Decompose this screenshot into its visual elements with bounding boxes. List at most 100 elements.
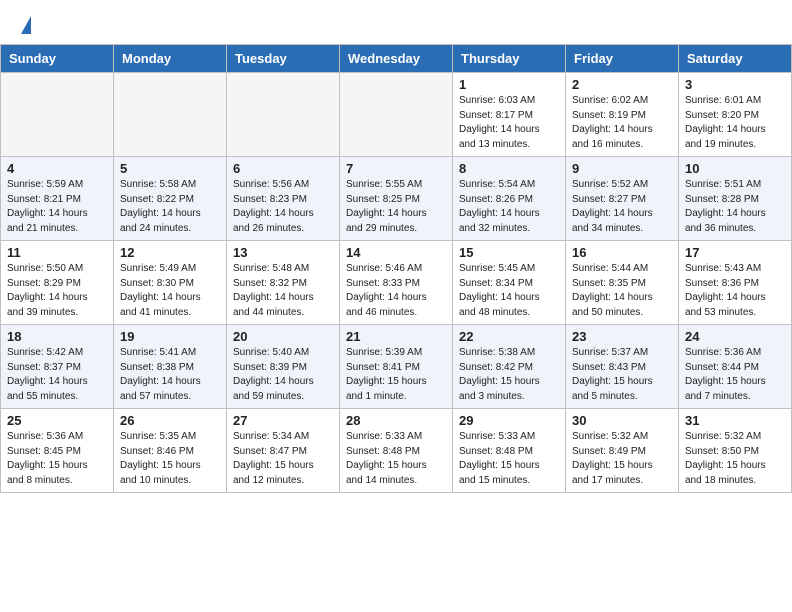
calendar-cell: 12 Sunrise: 5:49 AM Sunset: 8:30 PM Dayli… — [114, 241, 227, 325]
calendar-cell: 3 Sunrise: 6:01 AM Sunset: 8:20 PM Daylig… — [679, 73, 792, 157]
calendar-cell: 24 Sunrise: 5:36 AM Sunset: 8:44 PM Dayli… — [679, 325, 792, 409]
calendar-cell: 18 Sunrise: 5:42 AM Sunset: 8:37 PM Dayli… — [1, 325, 114, 409]
calendar-cell: 19 Sunrise: 5:41 AM Sunset: 8:38 PM Dayli… — [114, 325, 227, 409]
day-info: Sunrise: 6:01 AM Sunset: 8:20 PM Dayligh… — [685, 94, 785, 152]
day-number: 29 — [459, 413, 559, 428]
day-number: 2 — [572, 77, 672, 92]
calendar-cell: 17Sunrise: 5:43 AM Sunset: 8:36 PM Dayli… — [679, 241, 792, 325]
page-header — [0, 0, 792, 40]
calendar-cell — [114, 73, 227, 157]
day-number: 31 — [685, 413, 785, 428]
day-info: Sunrise: 5:55 AM Sunset: 8:25 PM Dayligh… — [346, 178, 446, 236]
day-number: 28 — [346, 413, 446, 428]
day-info: Sunrise: 5:49 AM Sunset: 8:30 PM Dayligh… — [120, 262, 220, 320]
calendar-cell — [340, 73, 453, 157]
day-info: Sunrise: 5:56 AM Sunset: 8:23 PM Dayligh… — [233, 178, 333, 236]
day-info: Sunrise: 5:42 AM Sunset: 8:37 PM Dayligh… — [7, 346, 107, 404]
calendar-week-row: 4 Sunrise: 5:59 AM Sunset: 8:21 PM Daylig… — [1, 157, 792, 241]
weekday-header-row: SundayMondayTuesdayWednesdayThursdayFrid… — [1, 45, 792, 73]
day-number: 13 — [233, 245, 333, 260]
calendar-cell — [1, 73, 114, 157]
day-number: 8 — [459, 161, 559, 176]
day-number: 7 — [346, 161, 446, 176]
day-info: Sunrise: 5:41 AM Sunset: 8:38 PM Dayligh… — [120, 346, 220, 404]
day-info: Sunrise: 5:59 AM Sunset: 8:21 PM Dayligh… — [7, 178, 107, 236]
calendar-cell: 6 Sunrise: 5:56 AM Sunset: 8:23 PM Daylig… — [227, 157, 340, 241]
calendar-week-row: 11 Sunrise: 5:50 AM Sunset: 8:29 PM Dayli… — [1, 241, 792, 325]
day-number: 4 — [7, 161, 107, 176]
calendar-cell: 29 Sunrise: 5:33 AM Sunset: 8:48 PM Dayli… — [453, 409, 566, 493]
calendar-cell: 9 Sunrise: 5:52 AM Sunset: 8:27 PM Daylig… — [566, 157, 679, 241]
day-info: Sunrise: 5:39 AM Sunset: 8:41 PM Dayligh… — [346, 346, 446, 404]
calendar-week-row: 25Sunrise: 5:36 AM Sunset: 8:45 PM Dayli… — [1, 409, 792, 493]
weekday-header: Tuesday — [227, 45, 340, 73]
calendar-table: SundayMondayTuesdayWednesdayThursdayFrid… — [0, 44, 792, 493]
day-info: Sunrise: 5:44 AM Sunset: 8:35 PM Dayligh… — [572, 262, 672, 320]
day-info: Sunrise: 5:40 AM Sunset: 8:39 PM Dayligh… — [233, 346, 333, 404]
day-info: Sunrise: 5:33 AM Sunset: 8:48 PM Dayligh… — [346, 430, 446, 488]
day-number: 11 — [7, 245, 107, 260]
calendar-cell: 11 Sunrise: 5:50 AM Sunset: 8:29 PM Dayli… — [1, 241, 114, 325]
day-info: Sunrise: 5:37 AM Sunset: 8:43 PM Dayligh… — [572, 346, 672, 404]
calendar-cell: 31Sunrise: 5:32 AM Sunset: 8:50 PM Dayli… — [679, 409, 792, 493]
day-number: 3 — [685, 77, 785, 92]
day-info: Sunrise: 5:45 AM Sunset: 8:34 PM Dayligh… — [459, 262, 559, 320]
day-info: Sunrise: 5:50 AM Sunset: 8:29 PM Dayligh… — [7, 262, 107, 320]
calendar-cell: 2 Sunrise: 6:02 AM Sunset: 8:19 PM Daylig… — [566, 73, 679, 157]
calendar-cell: 26 Sunrise: 5:35 AM Sunset: 8:46 PM Dayli… — [114, 409, 227, 493]
day-info: Sunrise: 5:36 AM Sunset: 8:45 PM Dayligh… — [7, 430, 107, 488]
weekday-header: Saturday — [679, 45, 792, 73]
calendar-cell: 13 Sunrise: 5:48 AM Sunset: 8:32 PM Dayli… — [227, 241, 340, 325]
calendar-cell: 7 Sunrise: 5:55 AM Sunset: 8:25 PM Daylig… — [340, 157, 453, 241]
calendar-cell: 27Sunrise: 5:34 AM Sunset: 8:47 PM Dayli… — [227, 409, 340, 493]
day-info: Sunrise: 5:32 AM Sunset: 8:49 PM Dayligh… — [572, 430, 672, 488]
day-number: 15 — [459, 245, 559, 260]
day-info: Sunrise: 5:38 AM Sunset: 8:42 PM Dayligh… — [459, 346, 559, 404]
day-info: Sunrise: 5:36 AM Sunset: 8:44 PM Dayligh… — [685, 346, 785, 404]
day-number: 6 — [233, 161, 333, 176]
day-number: 12 — [120, 245, 220, 260]
weekday-header: Monday — [114, 45, 227, 73]
weekday-header: Wednesday — [340, 45, 453, 73]
day-number: 14 — [346, 245, 446, 260]
day-info: Sunrise: 5:33 AM Sunset: 8:48 PM Dayligh… — [459, 430, 559, 488]
calendar-cell: 1 Sunrise: 6:03 AM Sunset: 8:17 PM Daylig… — [453, 73, 566, 157]
calendar-cell: 23Sunrise: 5:37 AM Sunset: 8:43 PM Dayli… — [566, 325, 679, 409]
calendar-cell: 30 Sunrise: 5:32 AM Sunset: 8:49 PM Dayli… — [566, 409, 679, 493]
day-number: 1 — [459, 77, 559, 92]
logo — [18, 14, 31, 34]
day-info: Sunrise: 6:02 AM Sunset: 8:19 PM Dayligh… — [572, 94, 672, 152]
logo-arrow-icon — [21, 16, 31, 34]
calendar-cell: 15 Sunrise: 5:45 AM Sunset: 8:34 PM Dayli… — [453, 241, 566, 325]
calendar-week-row: 1 Sunrise: 6:03 AM Sunset: 8:17 PM Daylig… — [1, 73, 792, 157]
day-info: Sunrise: 5:54 AM Sunset: 8:26 PM Dayligh… — [459, 178, 559, 236]
day-number: 21 — [346, 329, 446, 344]
day-number: 5 — [120, 161, 220, 176]
calendar-cell: 5 Sunrise: 5:58 AM Sunset: 8:22 PM Daylig… — [114, 157, 227, 241]
calendar-cell: 16Sunrise: 5:44 AM Sunset: 8:35 PM Dayli… — [566, 241, 679, 325]
day-info: Sunrise: 5:34 AM Sunset: 8:47 PM Dayligh… — [233, 430, 333, 488]
day-info: Sunrise: 5:48 AM Sunset: 8:32 PM Dayligh… — [233, 262, 333, 320]
weekday-header: Thursday — [453, 45, 566, 73]
calendar-week-row: 18 Sunrise: 5:42 AM Sunset: 8:37 PM Dayli… — [1, 325, 792, 409]
calendar-cell: 10 Sunrise: 5:51 AM Sunset: 8:28 PM Dayli… — [679, 157, 792, 241]
day-number: 18 — [7, 329, 107, 344]
day-info: Sunrise: 5:52 AM Sunset: 8:27 PM Dayligh… — [572, 178, 672, 236]
weekday-header: Sunday — [1, 45, 114, 73]
day-number: 19 — [120, 329, 220, 344]
day-info: Sunrise: 5:46 AM Sunset: 8:33 PM Dayligh… — [346, 262, 446, 320]
day-info: Sunrise: 5:51 AM Sunset: 8:28 PM Dayligh… — [685, 178, 785, 236]
day-info: Sunrise: 5:58 AM Sunset: 8:22 PM Dayligh… — [120, 178, 220, 236]
day-number: 10 — [685, 161, 785, 176]
day-number: 24 — [685, 329, 785, 344]
calendar-cell: 8 Sunrise: 5:54 AM Sunset: 8:26 PM Daylig… — [453, 157, 566, 241]
day-info: Sunrise: 6:03 AM Sunset: 8:17 PM Dayligh… — [459, 94, 559, 152]
day-number: 22 — [459, 329, 559, 344]
day-number: 30 — [572, 413, 672, 428]
calendar-cell: 20 Sunrise: 5:40 AM Sunset: 8:39 PM Dayli… — [227, 325, 340, 409]
day-info: Sunrise: 5:35 AM Sunset: 8:46 PM Dayligh… — [120, 430, 220, 488]
day-number: 20 — [233, 329, 333, 344]
calendar-cell: 28 Sunrise: 5:33 AM Sunset: 8:48 PM Dayli… — [340, 409, 453, 493]
day-number: 9 — [572, 161, 672, 176]
day-number: 26 — [120, 413, 220, 428]
